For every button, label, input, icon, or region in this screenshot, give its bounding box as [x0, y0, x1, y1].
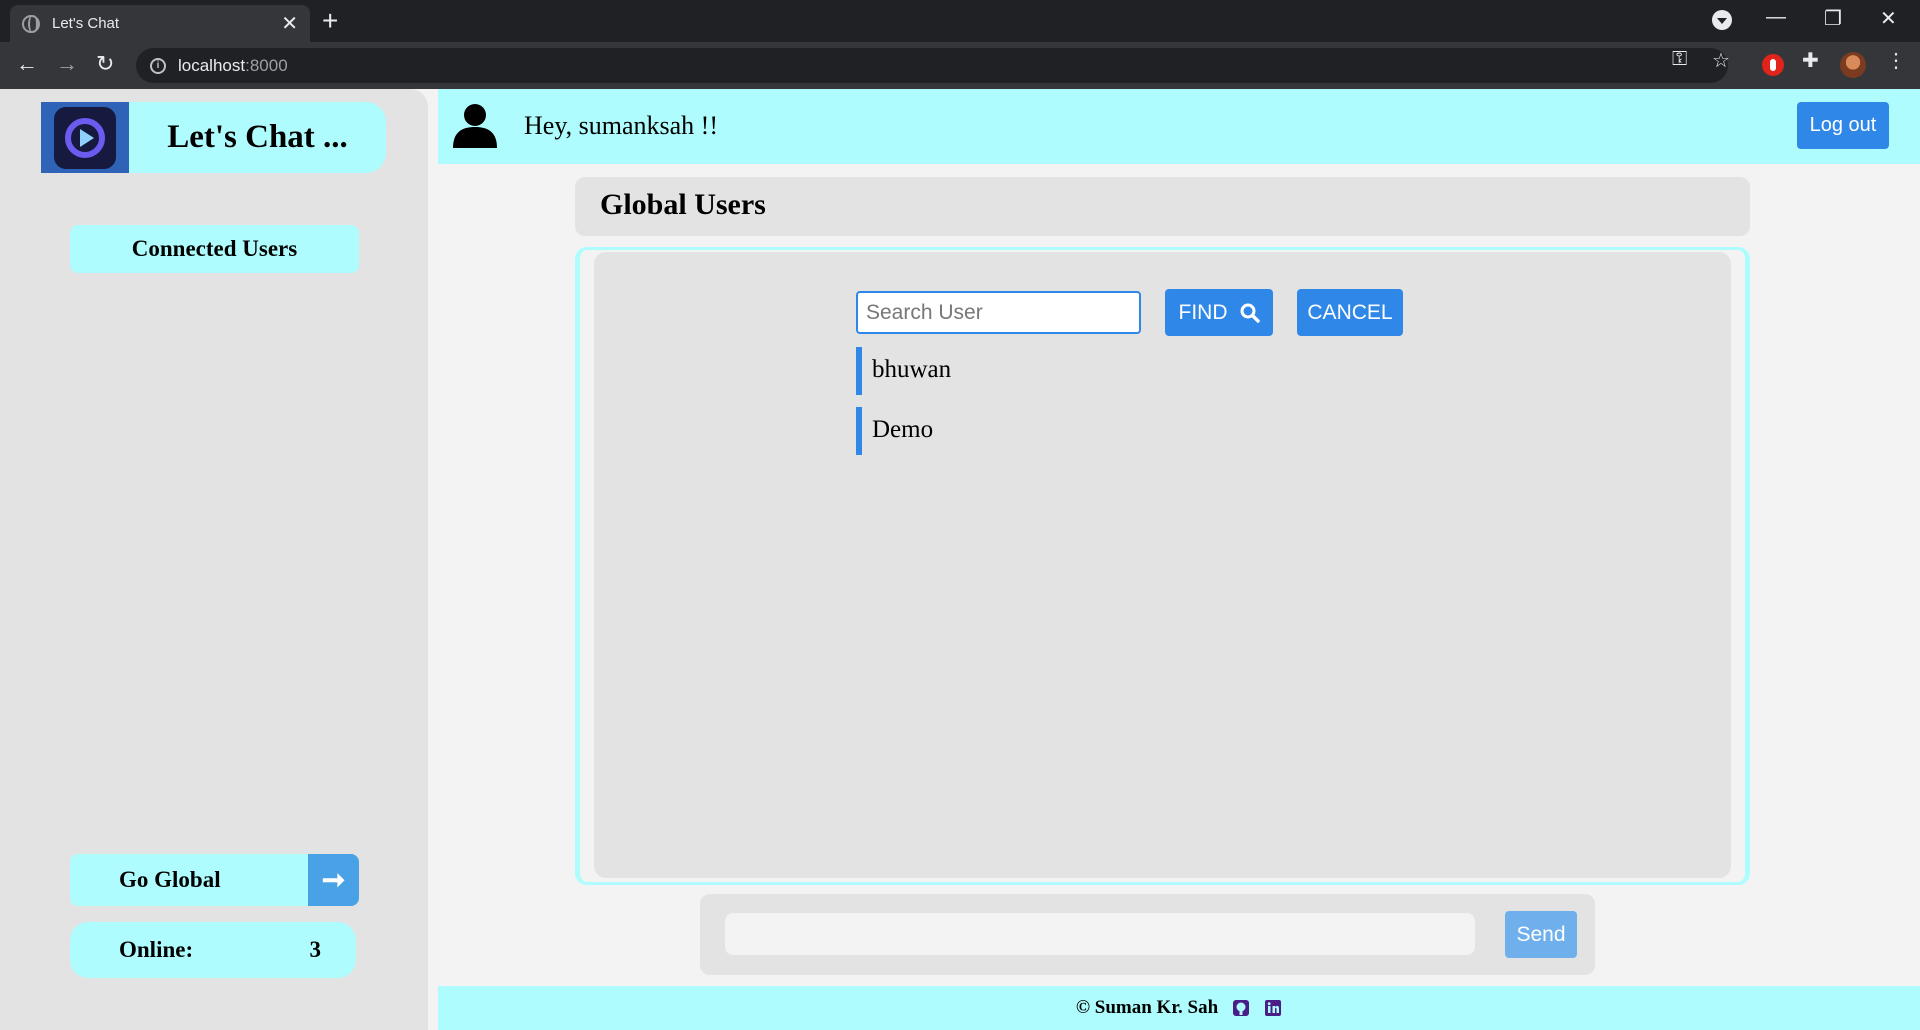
go-global-label: Go Global: [119, 867, 221, 892]
chat-app: Let's Chat ... Connected Users Go Global…: [0, 89, 1920, 1030]
page-title: Global Users: [575, 177, 1750, 236]
user-list-item[interactable]: bhuwan: [856, 347, 1056, 395]
tab-title: Let's Chat: [52, 15, 120, 32]
puzzle-icon[interactable]: ✚: [1802, 48, 1819, 73]
browser-toolbar: ← → ↻ i localhost:8000 ⚿ ☆ ✚ ⋮: [0, 42, 1920, 89]
go-global-button[interactable]: Go Global ➞: [70, 854, 359, 906]
footer-credit: © Suman Kr. Sah: [1075, 997, 1219, 1018]
extension-icon[interactable]: [1762, 54, 1784, 76]
tab-close-icon[interactable]: ✕: [281, 11, 298, 36]
online-status: Online: 3: [70, 922, 356, 978]
find-button[interactable]: FIND: [1165, 289, 1273, 336]
new-tab-icon[interactable]: +: [322, 6, 338, 36]
greeting-text: Hey, sumanksah !!: [524, 111, 718, 140]
online-label: Online:: [119, 937, 194, 962]
user-icon: [453, 104, 497, 148]
profile-avatar[interactable]: [1840, 52, 1866, 78]
sidebar: Let's Chat ... Connected Users Go Global…: [0, 89, 428, 1030]
globe-icon: [22, 14, 40, 33]
tab-search-icon[interactable]: [1712, 10, 1732, 30]
search-icon: [1240, 303, 1260, 323]
window-close-icon[interactable]: ✕: [1880, 6, 1897, 31]
url-host: localhost: [178, 55, 246, 75]
app-logo-icon: [41, 102, 129, 173]
top-header: Hey, sumanksah !! Log out: [438, 89, 1920, 164]
site-info-icon[interactable]: i: [150, 57, 166, 74]
back-icon[interactable]: ←: [16, 52, 38, 76]
logout-button[interactable]: Log out: [1797, 102, 1889, 149]
reload-icon[interactable]: ↻: [96, 52, 114, 76]
footer: © Suman Kr. Sah: [438, 986, 1920, 1030]
message-input[interactable]: [725, 913, 1475, 955]
menu-icon[interactable]: ⋮: [1886, 48, 1906, 73]
forward-icon[interactable]: →: [56, 52, 78, 76]
url-port: :8000: [245, 55, 288, 75]
brand: Let's Chat ...: [41, 102, 386, 173]
linkedin-icon[interactable]: [1264, 999, 1282, 1017]
arrow-right-icon[interactable]: ➞: [308, 854, 359, 906]
connected-users-button[interactable]: Connected Users: [70, 225, 359, 273]
address-bar[interactable]: i localhost:8000: [136, 48, 1728, 83]
brand-title: Let's Chat ...: [167, 119, 348, 155]
user-list-item[interactable]: Demo: [856, 407, 1056, 455]
online-count: 3: [309, 937, 322, 962]
key-icon[interactable]: ⚿: [1672, 48, 1687, 71]
send-button[interactable]: Send: [1505, 911, 1577, 958]
browser-tab[interactable]: Let's Chat ✕: [10, 5, 310, 42]
global-users-panel: [594, 252, 1731, 878]
star-icon[interactable]: ☆: [1712, 48, 1730, 73]
browser-tab-bar: Let's Chat ✕ + — ❐ ✕: [0, 0, 1920, 42]
cancel-button[interactable]: CANCEL: [1297, 289, 1403, 336]
find-label: FIND: [1178, 300, 1228, 324]
search-user-input[interactable]: [856, 291, 1141, 334]
github-icon[interactable]: [1232, 999, 1250, 1017]
minimize-icon[interactable]: —: [1766, 6, 1786, 29]
restore-icon[interactable]: ❐: [1824, 6, 1842, 31]
